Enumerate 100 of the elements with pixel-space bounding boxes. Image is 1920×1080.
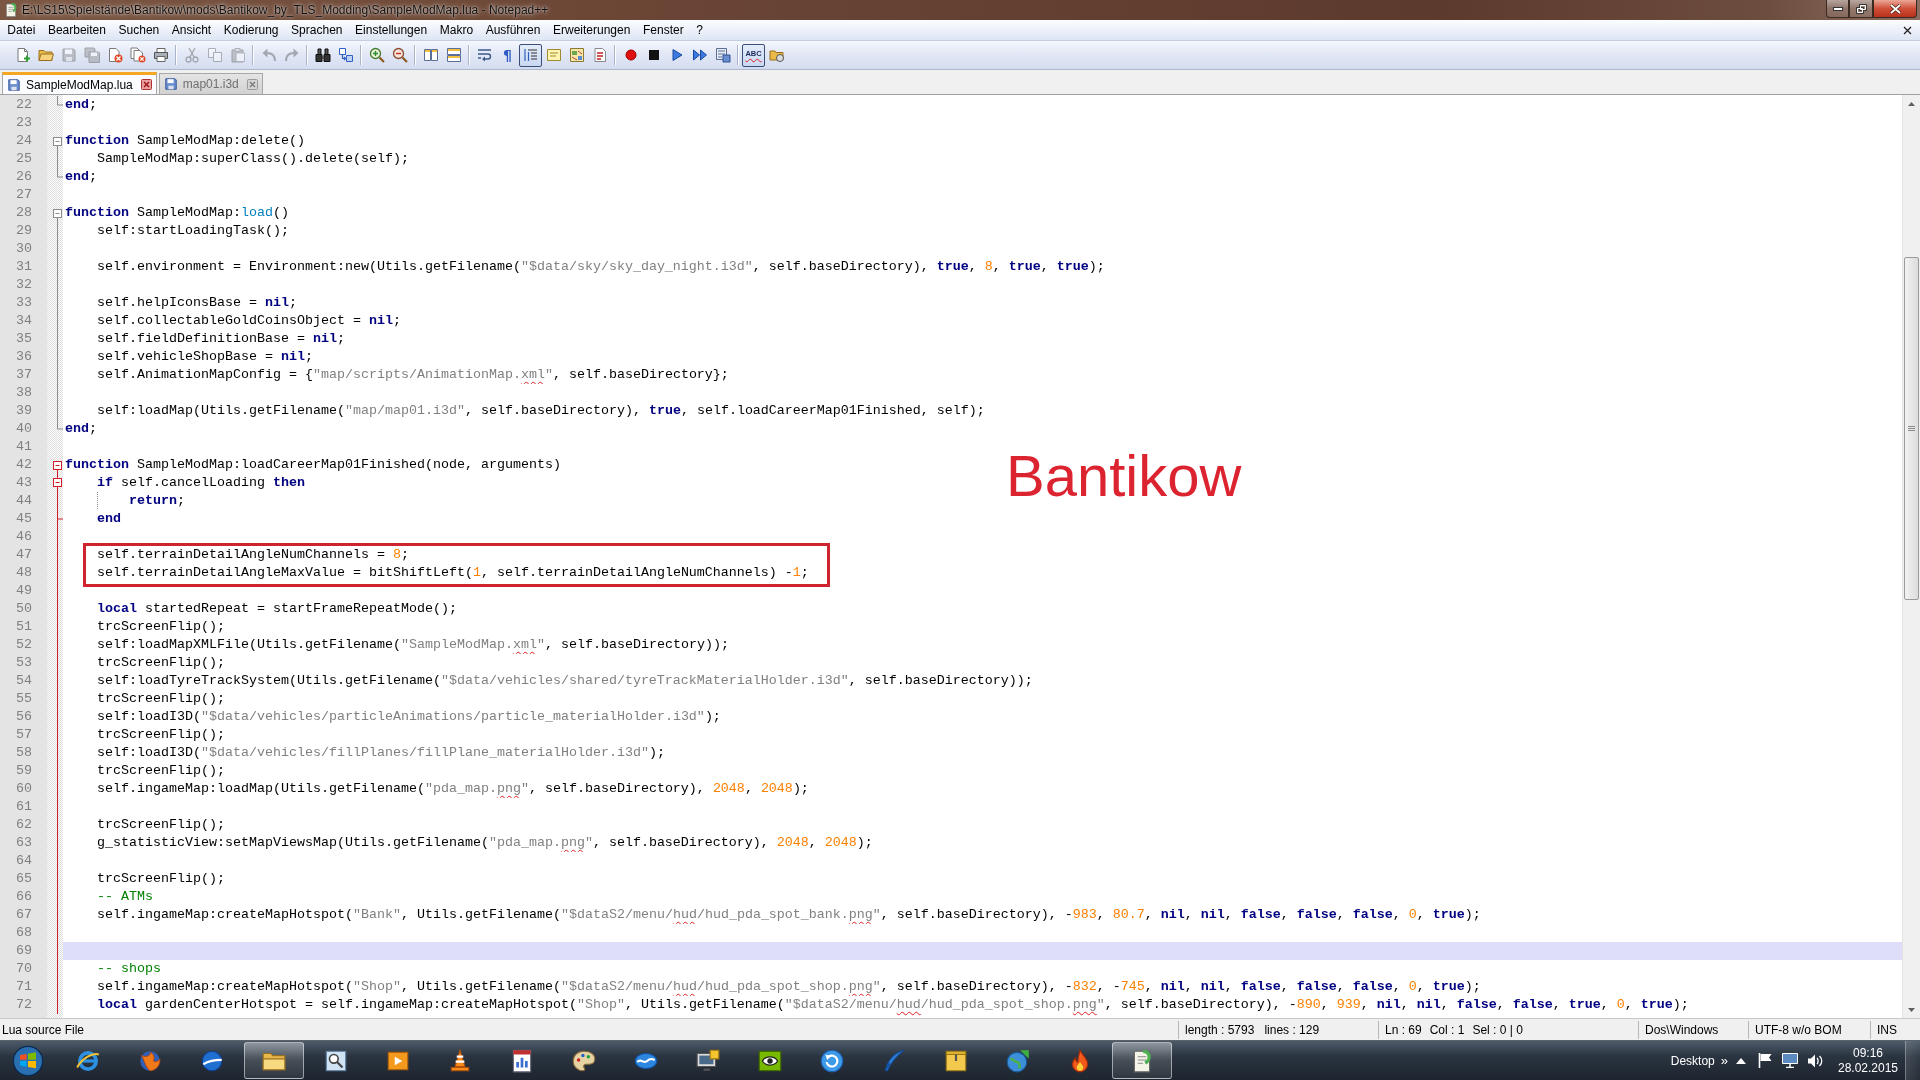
tab[interactable]: map01.i3d — [158, 73, 263, 94]
menu-item[interactable]: Suchen — [112, 20, 166, 40]
network-icon[interactable] — [1782, 1053, 1798, 1068]
line-number: 23 — [15, 114, 33, 132]
toolbar-button[interactable]: ¶ — [496, 43, 519, 67]
map-icon — [568, 47, 585, 63]
line-number: 49 — [15, 582, 33, 600]
taskbar-button[interactable] — [244, 1042, 304, 1079]
more-button[interactable]: » — [1720, 1053, 1728, 1068]
binoculars-icon — [314, 47, 331, 63]
menu-item[interactable]: Einstellungen — [348, 20, 434, 40]
line-number: 37 — [15, 366, 33, 384]
line-number: 25 — [15, 150, 33, 168]
scissors-icon — [183, 47, 200, 63]
line-number: 29 — [15, 222, 33, 240]
menu-item[interactable]: Ansicht — [165, 20, 218, 40]
line-number: 60 — [15, 780, 33, 798]
code-line: local startedRepeat = startFrameRepeatMode(); — [96, 600, 457, 618]
code-line: self.AnimationMapConfig = {"map/scripts/AnimationMap.xml", self.baseDirectory}; — [96, 366, 729, 384]
line-number: 32 — [15, 276, 33, 294]
restore-button[interactable] — [1849, 0, 1873, 18]
grip-icon — [1908, 426, 1915, 431]
menu-item[interactable]: Kodierung — [217, 20, 285, 40]
up-arrow-icon — [1908, 101, 1915, 106]
floppy-icon — [163, 77, 178, 91]
taskbar-button[interactable] — [1112, 1042, 1172, 1079]
code-line: self.terrainDetailAngleNumChannels = 8; — [96, 546, 409, 564]
line-number: 28 — [15, 204, 33, 222]
floppy-stack-icon — [83, 47, 100, 63]
stacked-windows-icon — [445, 47, 462, 63]
code-editor[interactable] — [0, 95, 1902, 1018]
code-line: -- ATMs — [96, 888, 153, 906]
menu-item[interactable]: Bearbeiten — [41, 20, 113, 40]
line-number: 36 — [15, 348, 33, 366]
cursor-info: Col : 1 — [1429, 1022, 1465, 1037]
code-line: trcScreenFlip(); — [96, 816, 225, 834]
menu-item[interactable]: Datei — [1, 20, 42, 40]
encoding-label: UTF-8 w/o BOM — [1755, 1022, 1842, 1037]
menu-item[interactable]: Fenster — [636, 20, 690, 40]
menu-item[interactable]: Ausführen — [479, 20, 547, 40]
line-number: 50 — [15, 600, 33, 618]
close-button[interactable] — [1873, 0, 1917, 18]
flag-icon[interactable] — [1758, 1053, 1772, 1068]
scroll-thumb[interactable] — [1904, 257, 1919, 600]
globe-arrow-icon — [1005, 1047, 1031, 1074]
collapse-icon[interactable] — [53, 460, 62, 474]
desktop-toolbar-label: Desktop — [1670, 1053, 1715, 1068]
collapse-icon[interactable] — [53, 208, 62, 222]
code-line: -- shops — [96, 960, 161, 978]
redo-icon — [283, 47, 300, 63]
code-line: self:startLoadingTask(); — [96, 222, 289, 240]
toolbar-button[interactable] — [519, 43, 542, 67]
menu-item[interactable]: Erweiterungen — [546, 20, 637, 40]
menu-item[interactable]: ? — [689, 20, 710, 40]
line-number: 31 — [15, 258, 33, 276]
line-number: 65 — [15, 870, 33, 888]
document-list-icon — [591, 47, 608, 63]
code-line: end; — [65, 420, 97, 438]
code-line: self:loadI3D("$data/vehicles/particleAnimations/particle_materialHolder.i3d"); — [96, 708, 721, 726]
line-number: 59 — [15, 762, 33, 780]
line-number: 61 — [15, 798, 33, 816]
printer-icon — [152, 47, 169, 63]
orb-icon — [12, 1044, 44, 1077]
code-line: local gardenCenterHotspot = self.ingameMap:createMapHotspot("Shop", Utils.getFilename("$dataS2/menu/hud/hud_pda_spot_shop.png", self.baseDirectory), -890, 939, nil, nil, false, false, true, 0, true); — [96, 996, 1689, 1014]
close-icon[interactable] — [1903, 25, 1912, 35]
clock-time: 09:16 — [1853, 1045, 1883, 1061]
line-number: 64 — [15, 852, 33, 870]
code-line: if self.cancelLoading then — [96, 474, 305, 492]
menu-item[interactable]: Sprachen — [284, 20, 349, 40]
menu-item[interactable]: Makro — [433, 20, 480, 40]
file-type-label: Lua source File — [2, 1022, 85, 1037]
code-line: self.helpIconsBase = nil; — [96, 294, 297, 312]
line-number: 53 — [15, 654, 33, 672]
minimize-button[interactable] — [1826, 0, 1849, 18]
caret-up-icon[interactable] — [1736, 1057, 1746, 1064]
undo-icon — [260, 47, 277, 63]
document-info: lines : 129 — [1264, 1022, 1320, 1037]
line-number: 34 — [15, 312, 33, 330]
collapse-icon[interactable] — [53, 474, 62, 492]
clock-date: 28.02.2015 — [1837, 1060, 1899, 1076]
collapse-icon[interactable] — [53, 136, 62, 150]
zoom-out-icon — [391, 47, 408, 63]
show-desktop-button[interactable] — [1905, 1041, 1920, 1080]
code-line: trcScreenFlip(); — [96, 690, 225, 708]
cursor-info: Sel : 0 | 0 — [1472, 1022, 1523, 1037]
line-number: 35 — [15, 330, 33, 348]
replace-icon — [337, 47, 354, 63]
code-line: function SampleModMap:load() — [65, 204, 289, 222]
line-number: 39 — [15, 402, 33, 420]
floppy-icon — [60, 47, 77, 63]
speaker-icon[interactable] — [1808, 1053, 1823, 1068]
cursor-info: Ln : 69 — [1385, 1022, 1422, 1037]
monitor-badge-icon — [695, 1047, 721, 1074]
line-number: 47 — [15, 546, 33, 564]
code-line: self.ingameMap:createMapHotspot("Shop", Utils.getFilename("$dataS2/menu/hud/hud_pda_spot_shop.png", self.baseDirectory), -832, -745, nil, nil, false, false, false, 0, true); — [96, 978, 1481, 996]
code-line: trcScreenFlip(); — [96, 654, 225, 672]
tab[interactable]: SampleModMap.lua — [2, 72, 157, 94]
line-number: 40 — [15, 420, 33, 438]
vertical-scrollbar[interactable] — [1902, 95, 1920, 1018]
close-icon[interactable] — [140, 79, 152, 90]
